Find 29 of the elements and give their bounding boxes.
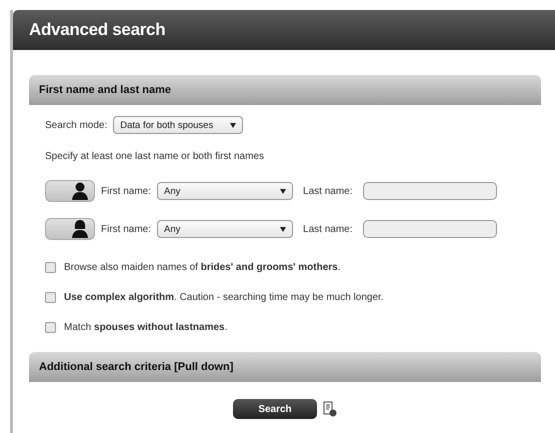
checkbox[interactable] xyxy=(45,292,56,302)
first-name-label: First name: xyxy=(101,186,152,196)
option-label: Match spouses without lastnames. xyxy=(64,322,228,332)
caret-icon xyxy=(280,226,286,232)
search-mode-dropdown[interactable]: Data for both spouses xyxy=(113,116,244,134)
spouse-toggle[interactable] xyxy=(45,180,95,202)
checkbox[interactable] xyxy=(45,322,56,332)
last-name-label: Last name: xyxy=(303,186,352,196)
section-header[interactable]: Additional search criteria [Pull down] xyxy=(29,352,541,382)
first-name-dropdown[interactable]: Any xyxy=(157,220,294,238)
search-button[interactable]: Search xyxy=(233,399,317,419)
first-name-dropdown[interactable]: Any xyxy=(157,182,294,200)
window-title: Advanced search xyxy=(13,10,555,50)
female-person-icon xyxy=(72,220,88,238)
section-header[interactable]: First name and last name xyxy=(29,75,541,105)
search-mode-label: Search mode: xyxy=(45,120,108,130)
first-name-label: First name: xyxy=(101,224,152,234)
option-label: Use complex algorithm. Caution - searching time may be much longer. xyxy=(64,292,384,302)
male-person-icon xyxy=(72,182,88,200)
caret-icon xyxy=(280,188,286,194)
caret-icon xyxy=(230,122,236,128)
checkbox[interactable] xyxy=(45,262,56,272)
option-label: Browse also maiden names of brides' and grooms' mothers. xyxy=(64,262,341,272)
hint-text: Specify at least one last name or both first names xyxy=(45,150,265,164)
last-name-label: Last name: xyxy=(303,224,352,234)
document-settings-icon[interactable] xyxy=(323,401,337,417)
last-name-field[interactable] xyxy=(362,182,496,200)
last-name-field[interactable] xyxy=(362,220,496,238)
spouse-toggle[interactable] xyxy=(45,218,95,240)
